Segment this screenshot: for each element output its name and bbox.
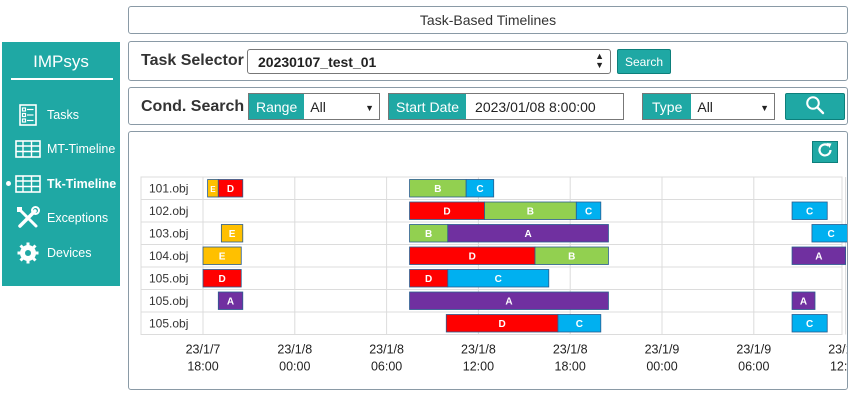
task-search-button[interactable]: Search: [617, 49, 671, 74]
tools-icon: [15, 206, 41, 230]
row-label: 103.obj: [149, 227, 188, 241]
active-indicator-dot: [6, 181, 11, 186]
bar-label: D: [469, 252, 476, 263]
bar-label: C: [576, 319, 583, 330]
bar-label: B: [527, 207, 534, 218]
gear-icon: [15, 241, 41, 265]
range-label: Range: [249, 94, 305, 119]
row-label: 102.obj: [149, 204, 188, 218]
axis-tick-date: 23/1/8: [553, 343, 588, 357]
start-date-label: Start Date: [389, 94, 467, 119]
row-label: 104.obj: [149, 249, 188, 263]
bar-label: C: [827, 229, 834, 240]
bar-label: C: [495, 274, 502, 285]
bar-label: C: [806, 207, 813, 218]
refresh-icon: [817, 142, 833, 163]
sidebar-item-label: Tasks: [47, 108, 79, 122]
bar-label: B: [434, 184, 441, 195]
bar-label: C: [476, 184, 483, 195]
bar-label: A: [505, 297, 512, 308]
bar-label: D: [227, 184, 234, 195]
axis-tick-date: 23/1/7: [186, 343, 221, 357]
grid-icon: [15, 172, 41, 196]
axis-tick-time: 12:00: [830, 360, 847, 374]
sidebar-item-exceptions[interactable]: Exceptions: [2, 203, 120, 233]
sidebar: IMPsys Tasks MT-Timeline Tk-Timeline Exc…: [2, 42, 120, 286]
task-selector-label: Task Selector: [141, 52, 244, 69]
sidebar-item-tk-timeline[interactable]: Tk-Timeline: [2, 169, 120, 199]
bar-label: C: [806, 319, 813, 330]
range-value-box[interactable]: All ▼: [304, 94, 379, 119]
timeline-panel: 101.obj E D B C 102.obj D B C C 103.obj E B A C 104.obj…: [128, 131, 853, 390]
axis-tick-time: 06:00: [738, 360, 769, 374]
start-date-field[interactable]: Start Date 2023/01/08 8:00:00: [388, 93, 624, 120]
bar-label: E: [219, 252, 226, 263]
task-search-button-label: Search: [624, 54, 664, 69]
timeline-chart: 101.obj E D B C102.obj D B C C103.obj E B A C104.obj…: [140, 176, 853, 374]
axis-tick-time: 18:00: [555, 360, 586, 374]
bar-label: D: [219, 274, 226, 285]
bar-label: E: [210, 185, 216, 194]
page-title: Task-Based Timelines: [128, 6, 848, 34]
axis-tick-time: 12:00: [463, 360, 494, 374]
sidebar-item-devices[interactable]: Devices: [2, 238, 120, 268]
axis-tick-date: 23/1/8: [277, 343, 312, 357]
bar-label: A: [800, 297, 807, 308]
row-label: 105.obj: [149, 294, 188, 308]
magnifier-icon: [805, 95, 825, 118]
sidebar-item-mt-timeline[interactable]: MT-Timeline: [2, 134, 120, 164]
row-label: 105.obj: [149, 272, 188, 286]
axis-tick-time: 06:00: [371, 360, 402, 374]
updown-icon: ▲ ▼: [595, 51, 604, 70]
bar-label: B: [425, 229, 432, 240]
bar-label: D: [443, 207, 450, 218]
start-date-input[interactable]: 2023/01/08 8:00:00: [466, 94, 623, 119]
sidebar-item-label: MT-Timeline: [47, 142, 116, 156]
task-selector-panel: Task Selector 20230107_test_01 ▲ ▼ Search: [128, 41, 848, 81]
row-label: 101.obj: [149, 182, 188, 196]
bar-label: B: [568, 252, 575, 263]
type-value-box[interactable]: All ▼: [691, 94, 774, 119]
cond-search-panel: Cond. Search Range All ▼ Start Date 2023…: [128, 87, 848, 125]
page-title-text: Task-Based Timelines: [419, 12, 557, 28]
sidebar-item-tasks[interactable]: Tasks: [2, 100, 120, 130]
axis-tick-date: 23/1/9: [736, 343, 771, 357]
caret-down-icon: ▼: [365, 103, 374, 113]
task-select-value: 20230107_test_01: [258, 54, 377, 70]
axis-tick-time: 00:00: [646, 360, 677, 374]
bar-label: E: [229, 229, 236, 240]
bar-label: D: [498, 319, 505, 330]
brand-logo: IMPsys: [33, 52, 89, 71]
grid-icon: [15, 137, 41, 161]
range-value: All: [310, 98, 326, 115]
bar-label: D: [425, 274, 432, 285]
sidebar-item-label: Tk-Timeline: [47, 177, 117, 191]
bar-label: C: [585, 207, 592, 218]
axis-tick-time: 00:00: [279, 360, 310, 374]
bar-label: A: [227, 297, 234, 308]
bar-label: A: [815, 252, 822, 263]
type-select[interactable]: Type All ▼: [642, 93, 775, 120]
caret-down-icon: ▼: [760, 103, 769, 113]
sidebar-item-label: Exceptions: [47, 211, 109, 225]
type-value: All: [697, 98, 713, 115]
range-select[interactable]: Range All ▼: [248, 93, 380, 120]
brand-divider: [11, 78, 113, 80]
refresh-button[interactable]: [812, 141, 838, 163]
row-label: 105.obj: [149, 317, 188, 331]
axis-tick-date: 23/1/9: [828, 343, 847, 357]
axis-tick-date: 23/1/9: [645, 343, 680, 357]
axis-tick-date: 23/1/8: [461, 343, 496, 357]
cond-search-label: Cond. Search: [141, 98, 245, 115]
axis-tick-date: 23/1/8: [369, 343, 404, 357]
task-select[interactable]: 20230107_test_01 ▲ ▼: [247, 49, 611, 74]
cond-search-button[interactable]: [785, 93, 845, 120]
checklist-icon: [15, 103, 41, 127]
type-label: Type: [643, 94, 692, 119]
bar-label: A: [525, 229, 532, 240]
sidebar-item-label: Devices: [47, 246, 92, 260]
axis-tick-time: 18:00: [187, 360, 218, 374]
